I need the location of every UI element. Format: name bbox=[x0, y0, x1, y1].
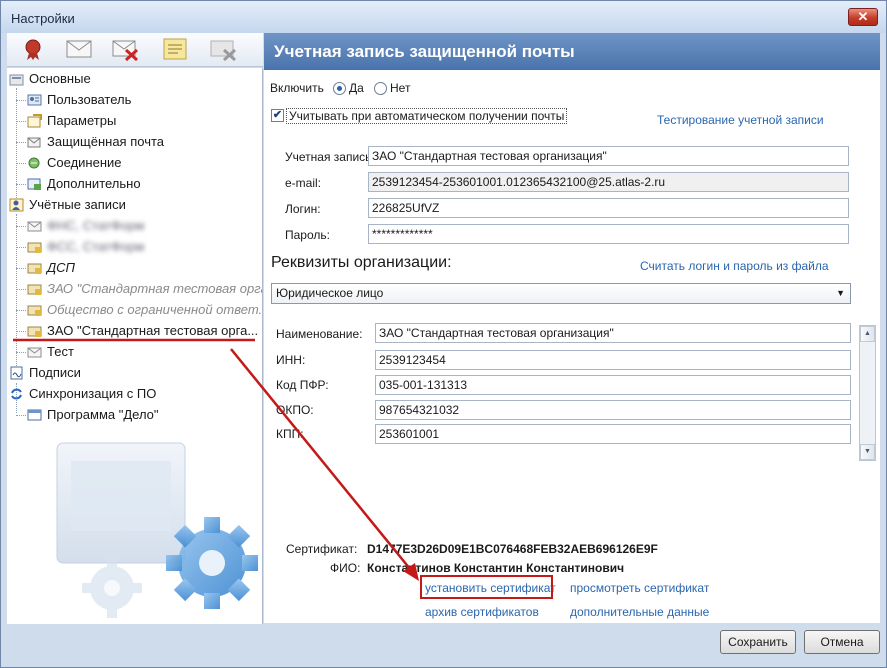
settings-window: Настройки ✕ Основные Пользователь Параме… bbox=[0, 0, 887, 668]
annotation-arrow bbox=[13, 338, 419, 581]
